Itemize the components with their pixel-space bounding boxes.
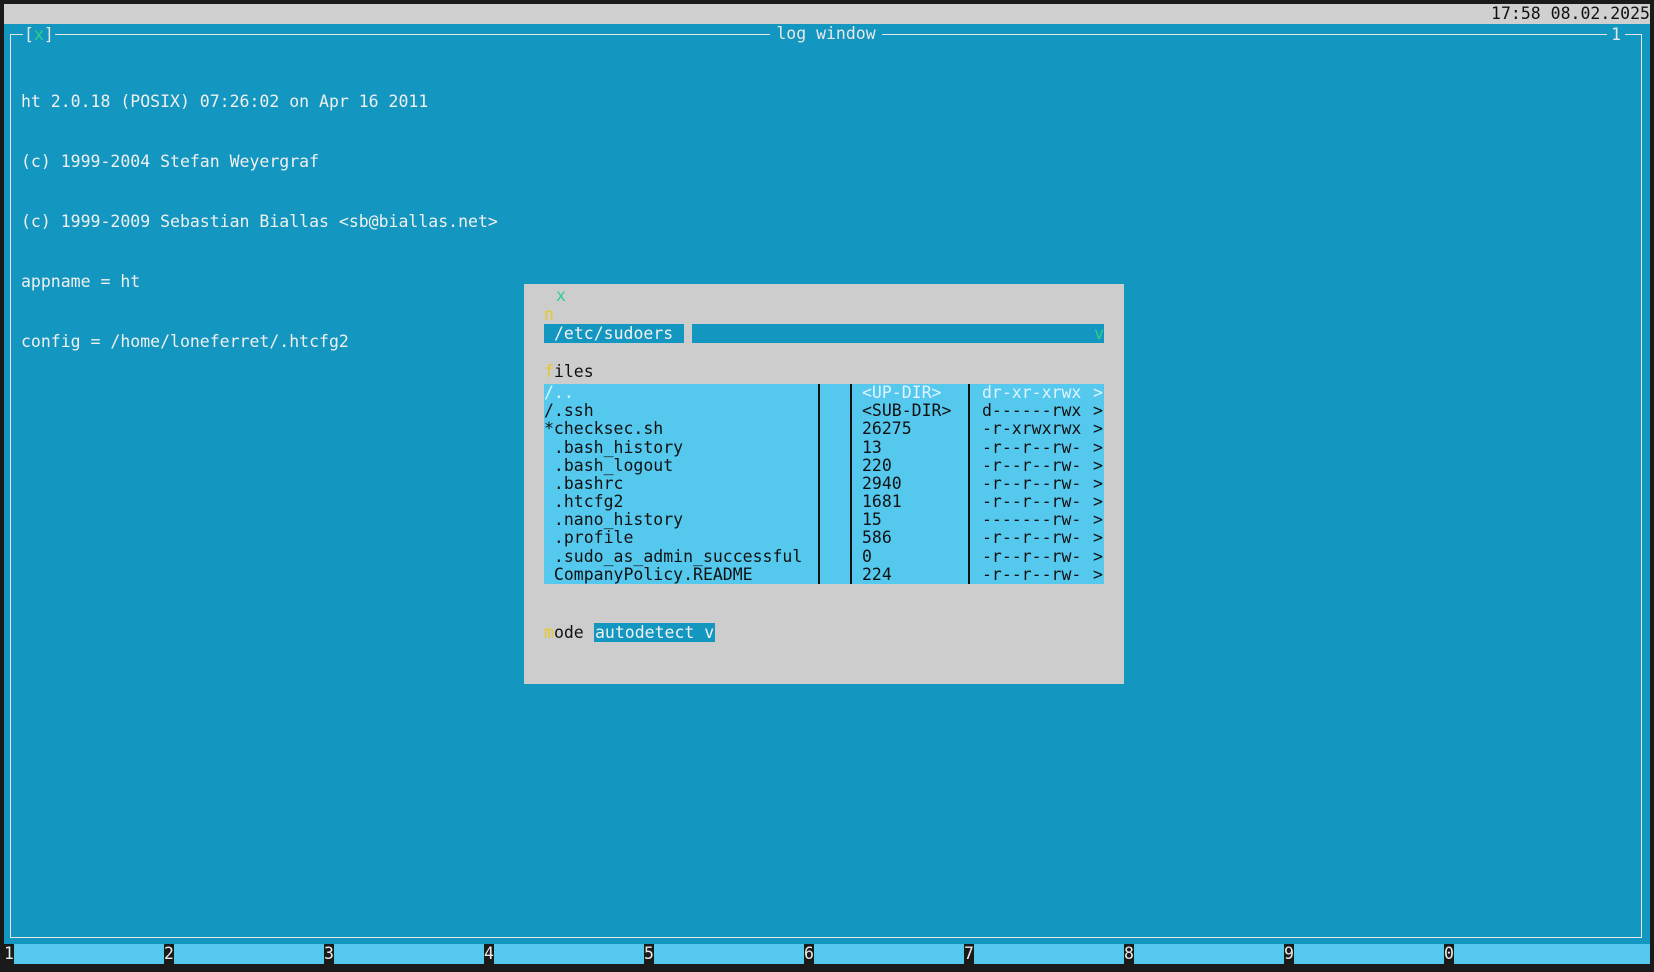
file-name: .profile — [544, 528, 634, 548]
list-item[interactable]: .bash_history 13 -r--r--rw- > — [544, 437, 1104, 457]
file-name: .nano_history — [544, 510, 684, 530]
file-name: /.ssh — [544, 401, 594, 421]
fkey-2[interactable]: 2 — [164, 944, 324, 964]
window-number: 1 — [1607, 25, 1625, 45]
file-arrow: > — [1093, 528, 1103, 548]
file-size: <SUB-DIR> — [862, 401, 952, 421]
file-size: 0 — [862, 546, 872, 566]
list-item[interactable]: /.ssh <SUB-DIR> d------rwx > — [544, 401, 1104, 421]
fkey-5[interactable]: 5 — [644, 944, 804, 964]
log-line: ht 2.0.18 (POSIX) 07:26:02 on Apr 16 201… — [21, 92, 429, 111]
file-size: 2940 — [862, 473, 902, 493]
file-arrow: > — [1093, 492, 1103, 512]
log-window-close-button[interactable]: [x] — [23, 25, 55, 45]
list-item[interactable]: .sudo_as_admin_successful 0 -r--r--rw- > — [544, 546, 1104, 566]
list-item[interactable]: .profile 586 -r--r--rw- > — [544, 529, 1104, 547]
fkey-7[interactable]: 7 — [964, 944, 1124, 964]
file-arrow: > — [1093, 383, 1103, 402]
file-perm: -r--r--rw- — [982, 437, 1082, 457]
open-file-dialog: x n /etc/sudoers v files /.. <UP-DIR> dr-x… — [524, 284, 1124, 684]
file-perm: -r--r--rw- — [982, 564, 1082, 584]
file-size: 224 — [862, 564, 892, 584]
log-line: config = /home/loneferret/.htcfg2 — [21, 332, 349, 351]
file-arrow: > — [1093, 510, 1103, 530]
file-perm: -r-xrwxrwx — [982, 419, 1082, 439]
list-item[interactable]: .htcfg2 1681 -r--r--rw- > — [544, 492, 1104, 512]
fkey-3[interactable]: 3 — [324, 944, 484, 964]
list-item[interactable]: /.. <UP-DIR> dr-xr-xrwx > — [544, 383, 1104, 402]
clock: 17:58 08.02.2025 — [1491, 4, 1650, 23]
file-size: 220 — [862, 455, 892, 475]
file-arrow: > — [1093, 419, 1103, 439]
log-line: (c) 1999-2004 Stefan Weyergraf — [21, 152, 320, 171]
file-size: 586 — [862, 528, 892, 548]
file-arrow: > — [1093, 546, 1103, 566]
file-arrow: > — [1093, 437, 1103, 457]
close-icon: x — [33, 25, 44, 44]
file-perm: dr-xr-xrwx — [982, 383, 1082, 402]
file-size: 26275 — [862, 419, 912, 439]
fkey-4[interactable]: 4 — [484, 944, 644, 964]
list-item[interactable]: .bash_logout 220 -r--r--rw- > — [544, 455, 1104, 475]
fkey-10[interactable]: 0 — [1444, 944, 1650, 964]
fkey-9[interactable]: 9 — [1284, 944, 1444, 964]
file-perm: -r--r--rw- — [982, 528, 1082, 548]
file-name: *checksec.sh — [544, 419, 664, 439]
file-arrow: > — [1093, 401, 1103, 421]
file-perm: -r--r--rw- — [982, 492, 1082, 512]
log-line: (c) 1999-2009 Sebastian Biallas <sb@bial… — [21, 212, 498, 231]
file-arrow: > — [1093, 473, 1103, 493]
menu-bar: File Edit Windows Help 17:58 08.02.2025 — [4, 4, 1650, 103]
fkey-8[interactable]: 8 — [1124, 944, 1284, 964]
log-window-title: log window — [770, 24, 882, 43]
files-label: files — [544, 362, 594, 381]
file-name: .bash_logout — [544, 455, 674, 475]
log-window-title-wrap: log window — [11, 24, 1641, 44]
file-perm: -------rw- — [982, 510, 1082, 530]
file-size: 13 — [862, 437, 882, 457]
filename-value: /etc/sudoers — [544, 324, 684, 343]
file-size: 15 — [862, 510, 882, 530]
fkey-1[interactable]: 1 — [4, 944, 164, 964]
file-perm: d------rwx — [982, 401, 1082, 421]
file-perm: -r--r--rw- — [982, 455, 1082, 475]
mode-select[interactable]: autodetect v — [594, 623, 716, 642]
file-size: 1681 — [862, 492, 902, 512]
file-arrow: > — [1093, 564, 1103, 584]
list-item[interactable]: .bashrc 2940 -r--r--rw- > — [544, 473, 1104, 493]
file-name: .sudo_as_admin_successful — [544, 546, 803, 566]
dialog-close-button[interactable]: x — [556, 286, 566, 306]
file-name: .htcfg2 — [544, 492, 624, 512]
file-name: CompanyPolicy.README — [544, 564, 753, 584]
file-name: .bash_history — [544, 437, 684, 457]
filename-cursor — [684, 324, 692, 343]
file-name: .bashrc — [544, 473, 624, 493]
function-key-bar: 1 2 3 4 5 6 7 8 9 0 — [4, 944, 1650, 966]
file-perm: -r--r--rw- — [982, 473, 1082, 493]
filename-dropdown-button[interactable]: v — [1094, 324, 1104, 344]
file-size: <UP-DIR> — [862, 383, 942, 402]
file-perm: -r--r--rw- — [982, 546, 1082, 566]
name-hotkey: n — [544, 305, 554, 324]
list-item[interactable]: CompanyPolicy.README 224 -r--r--rw- > — [544, 564, 1104, 584]
file-list[interactable]: /.. <UP-DIR> dr-xr-xrwx > /.ssh <SUB-DIR> d---… — [544, 383, 1104, 584]
fkey-6[interactable]: 6 — [804, 944, 964, 964]
file-name: /.. — [544, 383, 574, 402]
log-line: appname = ht — [21, 272, 141, 291]
filename-input[interactable]: /etc/sudoers v — [544, 324, 1104, 343]
list-item[interactable]: *checksec.sh 26275 -r-xrwxrwx > — [544, 420, 1104, 438]
mode-label: mode — [544, 623, 584, 642]
list-item[interactable]: .nano_history 15 -------rw- > — [544, 511, 1104, 529]
file-arrow: > — [1093, 455, 1103, 475]
log-output: ht 2.0.18 (POSIX) 07:26:02 on Apr 16 201… — [21, 52, 498, 392]
